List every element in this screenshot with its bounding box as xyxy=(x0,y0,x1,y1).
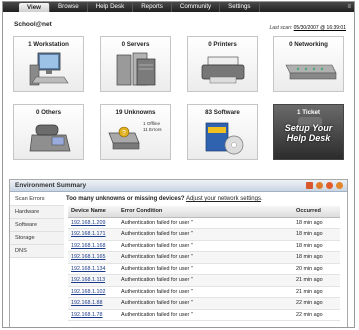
occurred: 22 min ago xyxy=(293,297,340,310)
tile-label: 1 Workstation xyxy=(28,41,69,48)
error-condition: Authentication failed for user " xyxy=(118,228,293,241)
setup-help-desk-text[interactable]: Setup Your Help Desk xyxy=(274,123,343,143)
tile-label: 0 Others xyxy=(35,109,62,116)
tab-view[interactable]: View xyxy=(19,3,50,12)
device-link[interactable]: 192.168.1.168 xyxy=(68,240,118,252)
adjust-network-link[interactable]: Adjust your network settings xyxy=(186,196,261,202)
error-condition: Authentication failed for user " xyxy=(118,297,293,310)
error-condition: Authentication failed for user " xyxy=(118,274,293,287)
tile-helpdesk[interactable]: 1 Ticket Setup Your Help Desk xyxy=(273,104,344,160)
device-link[interactable]: 192.168.1.171 xyxy=(68,228,118,241)
scan-errors-table: Device Name Error Condition Occurred 192… xyxy=(68,206,340,321)
error-condition: Authentication failed for user " xyxy=(118,217,293,229)
error-condition: Authentication failed for user " xyxy=(118,309,293,321)
tab-settings[interactable]: Settings xyxy=(220,2,260,12)
device-link[interactable]: 192.168.1.113 xyxy=(68,274,118,287)
sidenav-hardware[interactable]: Hardware xyxy=(10,206,64,219)
table-row: 192.168.1.165 Authentication failed for … xyxy=(68,251,340,264)
table-row: 192.168.1.168 Authentication failed for … xyxy=(68,240,340,252)
tile-label: 0 Servers xyxy=(121,41,150,48)
alert-text: Too many unknowns or missing devices? xyxy=(66,196,185,202)
tile-label: 0 Networking xyxy=(289,41,328,48)
site-name: School@net xyxy=(14,21,52,28)
alert-message: Too many unknowns or missing devices? Ad… xyxy=(66,193,346,206)
print-icon[interactable] xyxy=(306,182,313,189)
occurred: 18 min ago xyxy=(293,217,340,229)
panel-title: Environment Summary xyxy=(15,182,87,189)
sidenav-storage[interactable]: Storage xyxy=(10,232,64,245)
occurred: 18 min ago xyxy=(293,228,340,241)
error-condition: Authentication failed for user " xyxy=(118,240,293,252)
workstation-icon xyxy=(29,52,69,86)
tile-label: 19 Unknowns xyxy=(115,109,156,116)
last-scan-link[interactable]: 05/30/2007 @ 16:39:01 xyxy=(294,25,346,31)
svg-text:?: ? xyxy=(122,130,126,137)
col-device-name[interactable]: Device Name xyxy=(68,206,118,218)
tab-community[interactable]: Community xyxy=(172,2,221,12)
col-occurred[interactable]: Occurred xyxy=(293,206,340,218)
device-link[interactable]: 192.168.1.78 xyxy=(68,309,118,321)
error-condition: Authentication failed for user " xyxy=(118,263,293,275)
col-error-condition[interactable]: Error Condition xyxy=(118,206,293,218)
tile-workstation[interactable]: 1 Workstation xyxy=(13,36,84,92)
unknowns-errors: 11 Errors xyxy=(143,127,162,132)
unknown-device-icon: ? xyxy=(108,126,140,150)
occurred: 22 min ago xyxy=(293,309,340,321)
occurred: 21 min ago xyxy=(293,286,340,298)
server-icon xyxy=(116,52,156,86)
tab-help-desk[interactable]: Help Desk xyxy=(88,2,134,12)
device-link[interactable]: 192.168.1.209 xyxy=(68,217,118,229)
occurred: 18 min ago xyxy=(293,240,340,252)
environment-summary-panel: Environment Summary Scan Errors Hardware… xyxy=(9,179,348,327)
sidenav-software[interactable]: Software xyxy=(10,219,64,232)
tile-label: 83 Software xyxy=(205,109,240,116)
device-link[interactable]: 192.168.1.165 xyxy=(68,251,118,264)
scan-errors-content: Too many unknowns or missing devices? Ad… xyxy=(66,193,346,321)
tile-label: 0 Printers xyxy=(208,41,237,48)
panel-header: Environment Summary xyxy=(10,180,347,192)
tab-browse[interactable]: Browse xyxy=(50,2,88,12)
tile-servers[interactable]: 0 Servers xyxy=(100,36,171,92)
sidenav-scan-errors[interactable]: Scan Errors xyxy=(10,193,64,206)
expand-icon[interactable] xyxy=(336,182,343,189)
device-link[interactable]: 192.168.1.102 xyxy=(68,286,118,298)
error-condition: Authentication failed for user " xyxy=(118,286,293,298)
occurred: 21 min ago xyxy=(293,274,340,287)
table-row: 192.168.1.171 Authentication failed for … xyxy=(68,228,340,241)
software-box-icon xyxy=(205,122,244,155)
phone-icon xyxy=(29,124,71,152)
summary-sidenav: Scan Errors Hardware Software Storage DN… xyxy=(10,193,64,258)
tile-others[interactable]: 0 Others xyxy=(13,104,84,160)
refresh-icon[interactable] xyxy=(316,182,323,189)
menu-icon[interactable]: ≡ xyxy=(347,2,351,12)
tile-printers[interactable]: 0 Printers xyxy=(187,36,258,92)
occurred: 20 min ago xyxy=(293,263,340,275)
tile-software[interactable]: 83 Software xyxy=(187,104,258,160)
device-link[interactable]: 192.168.1.134 xyxy=(68,263,118,275)
printer-icon xyxy=(201,56,245,84)
error-condition: Authentication failed for user " xyxy=(118,251,293,264)
panel-icons xyxy=(306,182,343,189)
table-row: 192.168.1.113 Authentication failed for … xyxy=(68,274,340,287)
table-row: 192.168.1.134 Authentication failed for … xyxy=(68,263,340,275)
unknowns-offline: 1 Offline xyxy=(143,121,161,126)
network-switch-icon xyxy=(285,64,337,80)
table-row: 192.168.1.78 Authentication failed for u… xyxy=(68,309,340,321)
table-row: 192.168.1.209 Authentication failed for … xyxy=(68,217,340,229)
table-row: 192.168.1.88 Authentication failed for u… xyxy=(68,297,340,310)
help-icon[interactable] xyxy=(326,182,333,189)
app-frame: View Browse Help Desk Reports Community … xyxy=(2,1,355,328)
tab-reports[interactable]: Reports xyxy=(133,2,172,12)
last-scan: Last scan: 05/30/2007 @ 16:39:01 xyxy=(269,25,346,31)
sidenav-dns[interactable]: DNS xyxy=(10,245,64,258)
table-row: 192.168.1.102 Authentication failed for … xyxy=(68,286,340,298)
last-scan-label: Last scan: xyxy=(269,25,293,31)
occurred: 18 min ago xyxy=(293,251,340,264)
device-link[interactable]: 192.168.1.88 xyxy=(68,297,118,310)
alert-end: . xyxy=(260,196,263,202)
tile-unknowns[interactable]: 19 Unknowns ? 1 Offline 11 Errors xyxy=(100,104,171,160)
top-nav: View Browse Help Desk Reports Community … xyxy=(3,2,354,12)
tile-networking[interactable]: 0 Networking xyxy=(273,36,344,92)
